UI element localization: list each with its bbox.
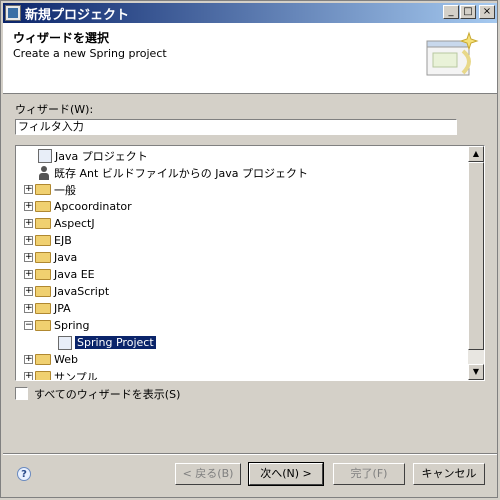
folder-icon [35, 371, 51, 380]
tree-item-spring-project[interactable]: Spring Project [58, 334, 157, 351]
tree-item-label: JPA [54, 302, 71, 315]
eclipse-app-icon [5, 5, 21, 21]
tree-item-label: AspectJ [54, 217, 95, 230]
expand-icon[interactable]: + [24, 253, 33, 262]
tree-item-spring[interactable]: − Spring [24, 317, 90, 334]
tree-item-label: 既存 Ant ビルドファイルからの Java プロジェクト [54, 166, 309, 180]
tree-item-javascript[interactable]: + JavaScript [24, 283, 109, 300]
show-all-checkbox[interactable] [15, 387, 28, 400]
folder-icon [35, 286, 51, 297]
tree-item-label: Java [54, 251, 78, 264]
help-icon[interactable]: ? [17, 467, 31, 481]
tree-item-label: サンプル [54, 370, 98, 381]
close-button[interactable]: × [479, 5, 495, 19]
expand-icon[interactable]: + [24, 372, 33, 380]
tree-item-apcoordinator[interactable]: + Apcoordinator [24, 198, 132, 215]
tree-item-java[interactable]: + Java [24, 249, 77, 266]
filter-input[interactable]: フィルタ入力 [15, 119, 457, 135]
tree-scrollbar[interactable]: ▲ ▼ [468, 146, 484, 380]
title-bar[interactable]: 新規プロジェクト _ □ × [3, 3, 497, 23]
tree-item-label: Spring [54, 319, 90, 332]
expand-icon[interactable]: + [24, 236, 33, 245]
expand-icon[interactable]: + [24, 185, 33, 194]
tree-item-label: EJB [54, 234, 72, 247]
back-button[interactable]: < 戻る(B) [175, 463, 241, 485]
expand-icon[interactable]: + [24, 304, 33, 313]
wizard-label: ウィザード(W): [15, 103, 94, 116]
scroll-down-button[interactable]: ▼ [468, 364, 484, 380]
tree-item-jpa[interactable]: + JPA [24, 300, 71, 317]
tree-item-label: Java プロジェクト [55, 149, 148, 163]
tree-item-java-ee[interactable]: + Java EE [24, 266, 95, 283]
minimize-button[interactable]: _ [443, 5, 459, 19]
folder-icon [35, 269, 51, 280]
tree-item-ejb[interactable]: + EJB [24, 232, 72, 249]
folder-icon [35, 252, 51, 263]
wizard-tree: Java プロジェクト 既存 Ant ビルドファイルからの Java プロジェク… [15, 145, 485, 381]
collapse-icon[interactable]: − [24, 321, 33, 330]
tree-item-aspectj[interactable]: + AspectJ [24, 215, 95, 232]
expand-icon[interactable]: + [24, 355, 33, 364]
finish-button[interactable]: 完了(F) [333, 463, 405, 485]
next-button[interactable]: 次へ(N) > [248, 462, 324, 486]
expand-icon[interactable]: + [24, 219, 33, 228]
tree-item-java-project[interactable]: Java プロジェクト [38, 147, 148, 164]
tree-item-label: JavaScript [54, 285, 110, 298]
maximize-button[interactable]: □ [460, 5, 476, 19]
wizard-header: ウィザードを選択 Create a new Spring project [3, 23, 497, 94]
tree-item-web[interactable]: + Web [24, 351, 78, 368]
tree-item-label: Apcoordinator [54, 200, 132, 213]
folder-icon [35, 303, 51, 314]
folder-open-icon [35, 320, 51, 331]
window-title: 新規プロジェクト [25, 7, 130, 23]
tree-item-label: Java EE [54, 268, 95, 281]
tree-item-ant-java-project[interactable]: 既存 Ant ビルドファイルからの Java プロジェクト [38, 164, 308, 181]
expand-icon[interactable]: + [24, 202, 33, 211]
scroll-thumb[interactable] [468, 162, 484, 350]
java-project-icon [38, 148, 52, 163]
tree-item-general[interactable]: + 一般 [24, 181, 76, 198]
folder-icon [35, 201, 51, 212]
tree-item-samples[interactable]: + サンプル [24, 368, 98, 381]
expand-icon[interactable]: + [24, 270, 33, 279]
show-all-label[interactable]: すべてのウィザードを表示(S) [34, 386, 180, 402]
expand-icon[interactable]: + [24, 287, 33, 296]
folder-icon [35, 218, 51, 229]
spring-project-icon [58, 335, 72, 350]
cancel-button[interactable]: キャンセル [413, 463, 485, 485]
folder-icon [35, 184, 51, 195]
separator [3, 453, 497, 455]
ant-person-icon [38, 165, 50, 180]
folder-icon [35, 235, 51, 246]
tree-item-label: 一般 [54, 183, 76, 197]
tree-item-label: Web [54, 353, 78, 366]
scroll-up-button[interactable]: ▲ [468, 146, 484, 162]
wizard-banner-icon [426, 31, 479, 76]
header-title: ウィザードを選択 [13, 31, 110, 45]
header-description: Create a new Spring project [13, 47, 167, 60]
tree-item-label-selected: Spring Project [74, 335, 157, 350]
folder-icon [35, 354, 51, 365]
new-project-dialog: 新規プロジェクト _ □ × ウィザードを選択 Create a new Spr… [0, 0, 498, 498]
